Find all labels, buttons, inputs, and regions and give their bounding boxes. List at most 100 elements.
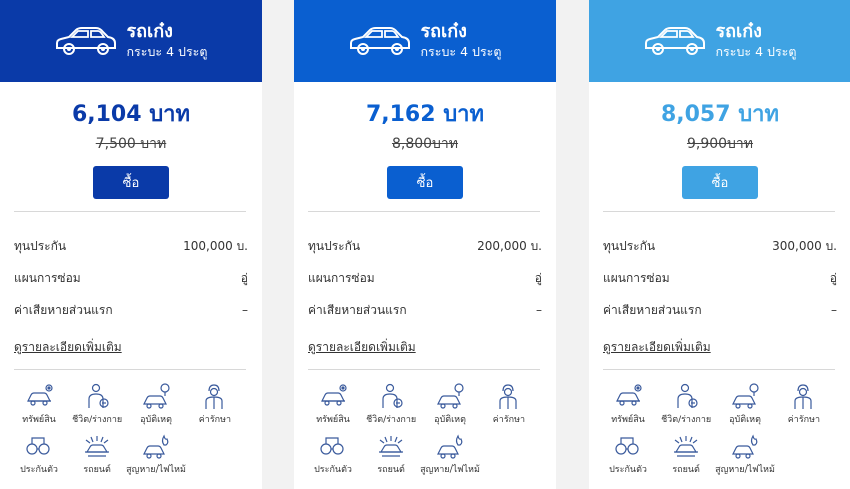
- buy-button[interactable]: ซื้อ: [682, 166, 758, 199]
- car-fire-theft-icon: [437, 434, 463, 459]
- coverage-grid: ทรัพย์สิน ชีวิต/ร่างกาย อุบัติเหตุ ค่ารั…: [589, 382, 850, 476]
- more-details-link[interactable]: ดูรายละเอียดเพิ่มเติม: [308, 338, 416, 357]
- detail-value: อู่: [240, 270, 248, 285]
- coverage-item: สูญหาย/ไฟไหม้: [420, 432, 480, 476]
- detail-value: –: [536, 303, 542, 317]
- card-title: รถเก๋ง: [126, 21, 173, 42]
- car-damage-icon: [616, 384, 642, 406]
- card-header: รถเก๋ง กระบะ 4 ประตู: [294, 0, 556, 82]
- detail-row: แผนการซ่อม อู่: [589, 262, 850, 294]
- bail-bond-icon: [26, 437, 50, 455]
- plan-card-2: รถเก๋ง กระบะ 4 ประตู 7,162 บาท 8,800บาท …: [294, 0, 556, 489]
- detail-row: ค่าเสียหายส่วนแรก –: [294, 294, 556, 326]
- car-fire-theft-icon: [143, 434, 169, 459]
- detail-row: แผนการซ่อม อู่: [294, 262, 556, 294]
- coverage-item: ทรัพย์สิน: [304, 382, 362, 426]
- coverage-item: ค่ารักษา: [480, 382, 538, 426]
- card-subtitle: กระบะ 4 ประตู: [420, 44, 502, 59]
- detail-value: 100,000 บ.: [183, 238, 248, 253]
- coverage-label: รถยนต์: [672, 465, 700, 475]
- plan-card-1: รถเก๋ง กระบะ 4 ประตู 6,104 บาท 7,500 บาท…: [0, 0, 262, 489]
- price: 7,162 บาท: [365, 102, 485, 127]
- buy-button[interactable]: ซื้อ: [93, 166, 169, 199]
- detail-row: ทุนประกัน 200,000 บ.: [294, 230, 556, 262]
- coverage-label: สูญหาย/ไฟไหม้: [715, 465, 775, 475]
- coverage-item: รถยนต์: [68, 432, 126, 476]
- coverage-label: ประกันตัว: [314, 465, 352, 475]
- divider: [14, 211, 246, 212]
- coverage-item: ชีวิต/ร่างกาย: [68, 382, 126, 426]
- detail-row: ค่าเสียหายส่วนแรก –: [589, 294, 850, 326]
- more-details-link[interactable]: ดูรายละเอียดเพิ่มเติม: [14, 338, 122, 357]
- detail-row: ทุนประกัน 100,000 บ.: [0, 230, 262, 262]
- divider: [14, 369, 246, 370]
- old-price: 9,900บาท: [686, 136, 754, 152]
- coverage-item: ค่ารักษา: [186, 382, 244, 426]
- card-header: รถเก๋ง กระบะ 4 ประตู: [0, 0, 262, 82]
- coverage-label: รถยนต์: [377, 465, 405, 475]
- coverage-label: ชีวิต/ร่างกาย: [366, 415, 417, 425]
- card-subtitle: กระบะ 4 ประตู: [715, 44, 797, 59]
- detail-label: ค่าเสียหายส่วนแรก: [14, 302, 113, 317]
- coverage-label: ทรัพย์สิน: [316, 415, 350, 425]
- car-icon: [645, 27, 706, 55]
- price: 6,104 บาท: [71, 102, 191, 127]
- car-accident-icon: [437, 383, 464, 409]
- car-damage-icon: [321, 384, 347, 406]
- coverage-label: สูญหาย/ไฟไหม้: [126, 465, 186, 475]
- coverage-item: สูญหาย/ไฟไหม้: [126, 432, 186, 476]
- detail-label: ค่าเสียหายส่วนแรก: [603, 302, 702, 317]
- detail-label: แผนการซ่อม: [14, 270, 81, 285]
- detail-value: 300,000 บ.: [772, 238, 837, 253]
- detail-rows: ทุนประกัน 100,000 บ. แผนการซ่อม อู่ ค่าเ…: [0, 230, 262, 326]
- coverage-item: ทรัพย์สิน: [599, 382, 657, 426]
- coverage-label: ค่ารักษา: [198, 415, 232, 425]
- doctor-icon: [499, 384, 517, 409]
- detail-label: ทุนประกัน: [603, 238, 656, 253]
- coverage-item: สูญหาย/ไฟไหม้: [715, 432, 775, 476]
- bail-bond-icon: [615, 437, 639, 455]
- detail-value: อู่: [534, 270, 542, 285]
- car-damage-icon: [27, 384, 53, 406]
- price: 8,057 บาท: [660, 102, 780, 127]
- coverage-label: ประกันตัว: [20, 465, 58, 475]
- coverage-label: รถยนต์: [83, 465, 111, 475]
- coverage-item: อุบัติเหตุ: [420, 382, 480, 426]
- card-title: รถเก๋ง: [715, 21, 762, 42]
- coverage-label: ค่ารักษา: [492, 415, 526, 425]
- card-header: รถเก๋ง กระบะ 4 ประตู: [589, 0, 850, 82]
- car-crash-icon: [85, 436, 110, 457]
- doctor-icon: [794, 384, 812, 409]
- detail-value: อู่: [829, 270, 837, 285]
- detail-rows: ทุนประกัน 200,000 บ. แผนการซ่อม อู่ ค่าเ…: [294, 230, 556, 326]
- detail-label: แผนการซ่อม: [308, 270, 375, 285]
- bail-bond-icon: [320, 437, 344, 455]
- car-crash-icon: [674, 436, 699, 457]
- coverage-label: อุบัติเหตุ: [729, 415, 761, 425]
- buy-button[interactable]: ซื้อ: [387, 166, 463, 199]
- detail-row: แผนการซ่อม อู่: [0, 262, 262, 294]
- coverage-label: อุบัติเหตุ: [434, 415, 466, 425]
- person-injury-icon: [88, 383, 109, 408]
- coverage-label: ประกันตัว: [609, 465, 647, 475]
- detail-label: แผนการซ่อม: [603, 270, 670, 285]
- car-icon: [56, 27, 117, 55]
- car-accident-icon: [732, 383, 759, 409]
- coverage-item: อุบัติเหตุ: [126, 382, 186, 426]
- person-injury-icon: [677, 383, 698, 408]
- divider: [308, 369, 540, 370]
- detail-value: –: [242, 303, 248, 317]
- coverage-label: ชีวิต/ร่างกาย: [72, 415, 123, 425]
- old-price: 7,500 บาท: [95, 136, 167, 152]
- coverage-label: ค่ารักษา: [787, 415, 821, 425]
- more-details-link[interactable]: ดูรายละเอียดเพิ่มเติม: [603, 338, 711, 357]
- coverage-label: อุบัติเหตุ: [140, 415, 172, 425]
- coverage-item: ทรัพย์สิน: [10, 382, 68, 426]
- car-accident-icon: [143, 383, 170, 409]
- detail-rows: ทุนประกัน 300,000 บ. แผนการซ่อม อู่ ค่าเ…: [589, 230, 850, 326]
- coverage-item: รถยนต์: [657, 432, 715, 476]
- coverage-item: รถยนต์: [362, 432, 420, 476]
- car-crash-icon: [379, 436, 404, 457]
- coverage-grid: ทรัพย์สิน ชีวิต/ร่างกาย อุบัติเหตุ ค่ารั…: [294, 382, 556, 476]
- person-injury-icon: [382, 383, 403, 408]
